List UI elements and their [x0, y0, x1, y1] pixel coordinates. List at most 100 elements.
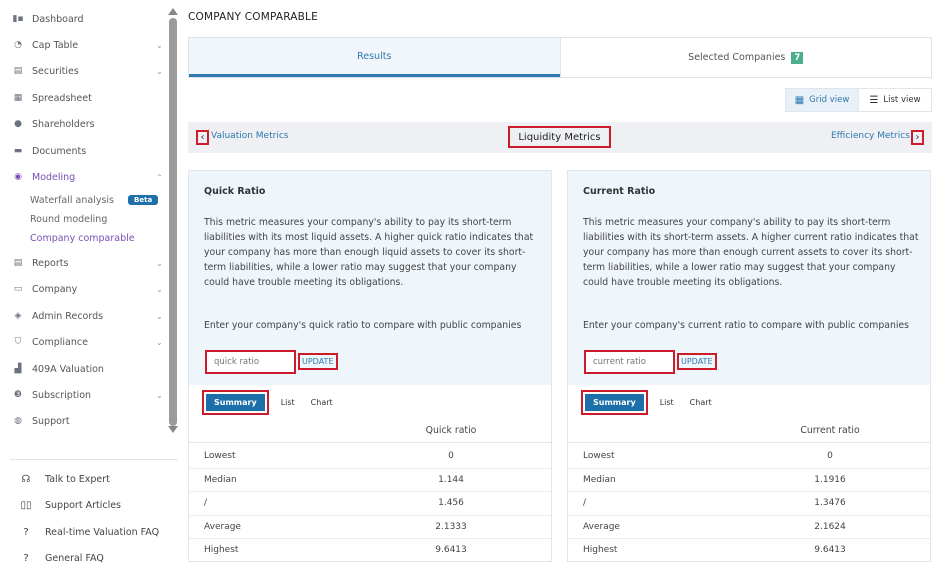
chevron-down-icon[interactable]: ⌄ — [156, 338, 166, 347]
subitem-label: Company comparable — [30, 232, 135, 244]
sidebar-item-company[interactable]: ▭ Company ⌄ — [0, 278, 168, 300]
help-general-faq[interactable]: ? General FAQ — [18, 548, 104, 568]
list-icon: ☰ — [869, 94, 879, 106]
view-toggle: ▦ Grid view ☰ List view — [785, 88, 932, 112]
summary-highlight: Summary — [202, 389, 269, 415]
grid-view-button[interactable]: ▦ Grid view — [786, 89, 858, 111]
update-button[interactable]: UPDATE — [298, 353, 338, 370]
table-row: Median 1.144 — [189, 469, 551, 492]
sidebar-divider — [10, 459, 178, 460]
table-header: Quick ratio — [189, 421, 551, 443]
chevron-down-icon[interactable]: ⌄ — [156, 312, 166, 321]
chevron-down-icon[interactable]: ⌄ — [156, 41, 166, 50]
card-description: This metric measures your company's abil… — [204, 217, 534, 288]
results-tabs: Results Selected Companies 7 — [188, 37, 932, 78]
sidebar-item-label: Shareholders — [32, 118, 95, 130]
scroll-up-arrow[interactable] — [168, 8, 178, 15]
sidebar-item-admin-records[interactable]: ◈ Admin Records ⌄ — [0, 305, 168, 327]
summary-tab[interactable]: Summary — [585, 393, 644, 411]
sidebar-subitem-round-modeling[interactable]: Round modeling — [30, 211, 107, 227]
quick-ratio-input[interactable] — [205, 350, 296, 374]
summary-highlight: Summary — [581, 389, 648, 415]
sidebar-item-label: 409A Valuation — [32, 363, 104, 375]
pie-chart-icon: ◔ — [14, 40, 22, 50]
chevron-right-icon[interactable]: › — [911, 130, 924, 145]
current-ratio-input[interactable] — [584, 350, 675, 374]
help-realtime-valuation-faq[interactable]: ? Real-time Valuation FAQ — [18, 522, 159, 542]
sidebar-item-409a-valuation[interactable]: ▟ 409A Valuation — [0, 358, 168, 380]
sidebar-item-support[interactable]: ◍ Support — [0, 410, 168, 432]
chevron-down-icon[interactable]: ⌄ — [156, 259, 166, 268]
tab-results[interactable]: Results — [189, 38, 560, 77]
card-subtabs: Summary List Chart — [581, 389, 716, 415]
sidebar-item-cap-table[interactable]: ◔ Cap Table ⌄ — [0, 34, 168, 56]
row-label: Highest — [204, 545, 239, 555]
shield-icon: ⛉ — [14, 337, 22, 347]
sidebar-item-dashboard[interactable]: ▮▪ Dashboard — [0, 8, 168, 30]
list-tab[interactable]: List — [660, 398, 674, 407]
help-label: General FAQ — [45, 552, 104, 564]
report-icon: ▤ — [13, 258, 23, 268]
sidebar-subitem-company-comparable[interactable]: Company comparable — [30, 230, 135, 246]
chevron-down-icon[interactable]: ⌄ — [156, 391, 166, 400]
help-label: Real-time Valuation FAQ — [45, 526, 160, 538]
spreadsheet-icon: ▦ — [13, 93, 23, 103]
sidebar-item-spreadsheet[interactable]: ▦ Spreadsheet — [0, 87, 168, 109]
current-ratio-card: Current Ratio This metric measures your … — [567, 170, 931, 562]
sidebar-item-label: Cap Table — [32, 39, 79, 51]
lightbulb-icon: ◉ — [14, 172, 22, 182]
admin-records-icon: ◈ — [14, 311, 22, 321]
sidebar-item-shareholders[interactable]: ● Shareholders — [0, 113, 168, 135]
chart-tab[interactable]: Chart — [690, 398, 712, 407]
table-row: / 1.456 — [189, 492, 551, 516]
sidebar-item-documents[interactable]: ▬ Documents — [0, 140, 168, 162]
help-label: Support Articles — [45, 499, 121, 511]
list-tab[interactable]: List — [281, 398, 295, 407]
row-label: / — [204, 498, 208, 508]
sidebar-item-securities[interactable]: ▤ Securities ⌄ — [0, 60, 168, 82]
card-prompt: Enter your company's current ratio to co… — [583, 320, 909, 331]
sidebar-item-label: Modeling — [32, 171, 76, 183]
card-description: This metric measures your company's abil… — [583, 217, 919, 288]
grid-icon: ▦ — [794, 94, 805, 106]
sidebar-item-subscription[interactable]: ❸ Subscription ⌄ — [0, 384, 168, 406]
sidebar-item-label: Documents — [32, 145, 87, 157]
row-label: Lowest — [204, 451, 236, 461]
chevron-down-icon[interactable]: ⌄ — [156, 285, 166, 294]
tab-selected-companies[interactable]: Selected Companies 7 — [559, 38, 932, 77]
row-value: 1.3476 — [814, 498, 846, 508]
list-view-label: List view — [883, 95, 921, 105]
row-value: 0 — [448, 451, 454, 461]
sidebar-subitem-waterfall[interactable]: Waterfall analysis Beta — [30, 192, 159, 208]
help-talk-to-expert[interactable]: ☊ Talk to Expert — [18, 469, 110, 489]
clipboard-icon: ▤ — [13, 66, 23, 76]
update-button[interactable]: UPDATE — [677, 353, 717, 370]
row-value: 2.1333 — [435, 521, 467, 532]
row-label: Average — [583, 521, 620, 532]
sidebar-item-label: Securities — [32, 65, 79, 77]
card-prompt: Enter your company's quick ratio to comp… — [204, 320, 522, 331]
chevron-down-icon[interactable]: ⌄ — [156, 67, 166, 76]
row-value: 1.144 — [438, 474, 464, 485]
prev-metric-link[interactable]: Valuation Metrics — [211, 131, 288, 141]
sidebar-item-reports[interactable]: ▤ Reports ⌄ — [0, 252, 168, 274]
chart-tab[interactable]: Chart — [311, 398, 333, 407]
tab-label: Selected Companies — [688, 52, 786, 63]
row-label: Lowest — [583, 451, 615, 461]
sidebar-item-label: Support — [32, 415, 70, 427]
help-support-articles[interactable]: ▯▯ Support Articles — [18, 495, 121, 515]
selected-count-badge: 7 — [791, 51, 804, 64]
sidebar-scrollbar[interactable] — [169, 18, 177, 426]
sidebar-item-modeling[interactable]: ◉ Modeling ⌃ — [0, 166, 168, 188]
chevron-left-icon[interactable]: ‹ — [196, 130, 209, 145]
sidebar-item-compliance[interactable]: ⛉ Compliance ⌄ — [0, 331, 168, 353]
next-metric-link[interactable]: Efficiency Metrics — [831, 131, 910, 141]
row-label: / — [583, 498, 587, 508]
tab-label: Results — [357, 50, 392, 62]
scroll-down-arrow[interactable] — [168, 426, 178, 433]
summary-tab[interactable]: Summary — [206, 393, 265, 411]
table-row: Median 1.1916 — [568, 469, 930, 492]
row-label: Median — [204, 474, 237, 485]
chevron-up-icon[interactable]: ⌃ — [156, 173, 166, 182]
list-view-button[interactable]: ☰ List view — [858, 89, 931, 111]
